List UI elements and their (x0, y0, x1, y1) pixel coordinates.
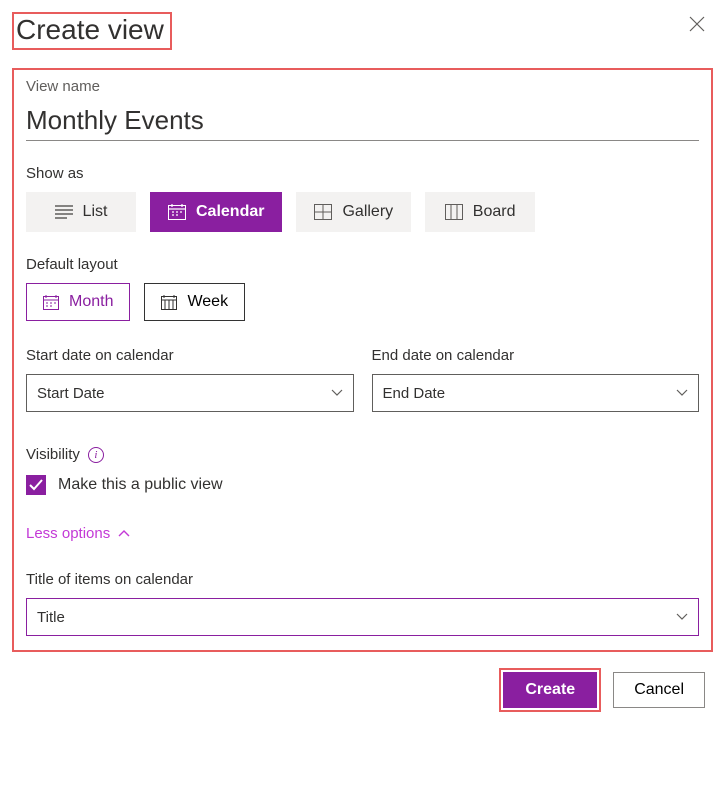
close-icon (689, 16, 705, 32)
show-as-calendar-button[interactable]: Calendar (150, 192, 282, 232)
start-date-value: Start Date (37, 385, 105, 402)
less-options-label: Less options (26, 525, 110, 542)
view-name-label: View name (26, 78, 699, 95)
end-date-label: End date on calendar (372, 347, 700, 364)
close-button[interactable] (681, 12, 713, 36)
list-icon (55, 205, 73, 219)
chevron-down-icon (331, 389, 343, 397)
chevron-down-icon (676, 613, 688, 621)
show-as-list-button[interactable]: List (26, 192, 136, 232)
gallery-icon (314, 204, 332, 220)
start-date-select[interactable]: Start Date (26, 374, 354, 412)
show-as-group: List Calendar Gallery Board (26, 192, 699, 232)
check-icon (29, 479, 43, 491)
default-layout-label: Default layout (26, 256, 699, 273)
cancel-button[interactable]: Cancel (613, 672, 705, 708)
layout-group: Month Week (26, 283, 699, 321)
chevron-down-icon (676, 389, 688, 397)
view-name-input[interactable] (26, 99, 699, 141)
less-options-toggle[interactable]: Less options (26, 525, 130, 542)
show-as-label: Show as (26, 165, 699, 182)
public-view-checkbox[interactable] (26, 475, 46, 495)
board-icon (445, 204, 463, 220)
dialog-title-highlight: Create view (12, 12, 172, 50)
show-as-board-label: Board (473, 203, 516, 221)
info-icon[interactable]: i (88, 447, 104, 463)
visibility-row: Visibility i (26, 446, 699, 463)
end-date-select[interactable]: End Date (372, 374, 700, 412)
title-items-select[interactable]: Title (26, 598, 699, 636)
title-items-value: Title (37, 609, 65, 626)
show-as-gallery-label: Gallery (342, 203, 393, 221)
dialog-title: Create view (16, 14, 164, 46)
show-as-calendar-label: Calendar (196, 203, 264, 221)
calendar-month-icon (43, 295, 59, 310)
title-items-label: Title of items on calendar (26, 571, 699, 588)
show-as-gallery-button[interactable]: Gallery (296, 192, 411, 232)
show-as-board-button[interactable]: Board (425, 192, 535, 232)
create-button-highlight: Create (499, 668, 601, 712)
visibility-label: Visibility (26, 446, 80, 463)
layout-week-button[interactable]: Week (144, 283, 245, 321)
create-button[interactable]: Create (503, 672, 597, 708)
layout-month-label: Month (69, 293, 113, 311)
calendar-week-icon (161, 295, 177, 310)
public-view-label: Make this a public view (58, 476, 223, 494)
calendar-icon (168, 204, 186, 220)
end-date-value: End Date (383, 385, 446, 402)
start-date-label: Start date on calendar (26, 347, 354, 364)
show-as-list-label: List (83, 203, 108, 221)
layout-week-label: Week (187, 293, 228, 311)
layout-month-button[interactable]: Month (26, 283, 130, 321)
form-body-highlight: View name Show as List Calendar Gallery … (12, 68, 713, 652)
chevron-up-icon (118, 530, 130, 538)
dialog-footer: Create Cancel (12, 668, 713, 712)
